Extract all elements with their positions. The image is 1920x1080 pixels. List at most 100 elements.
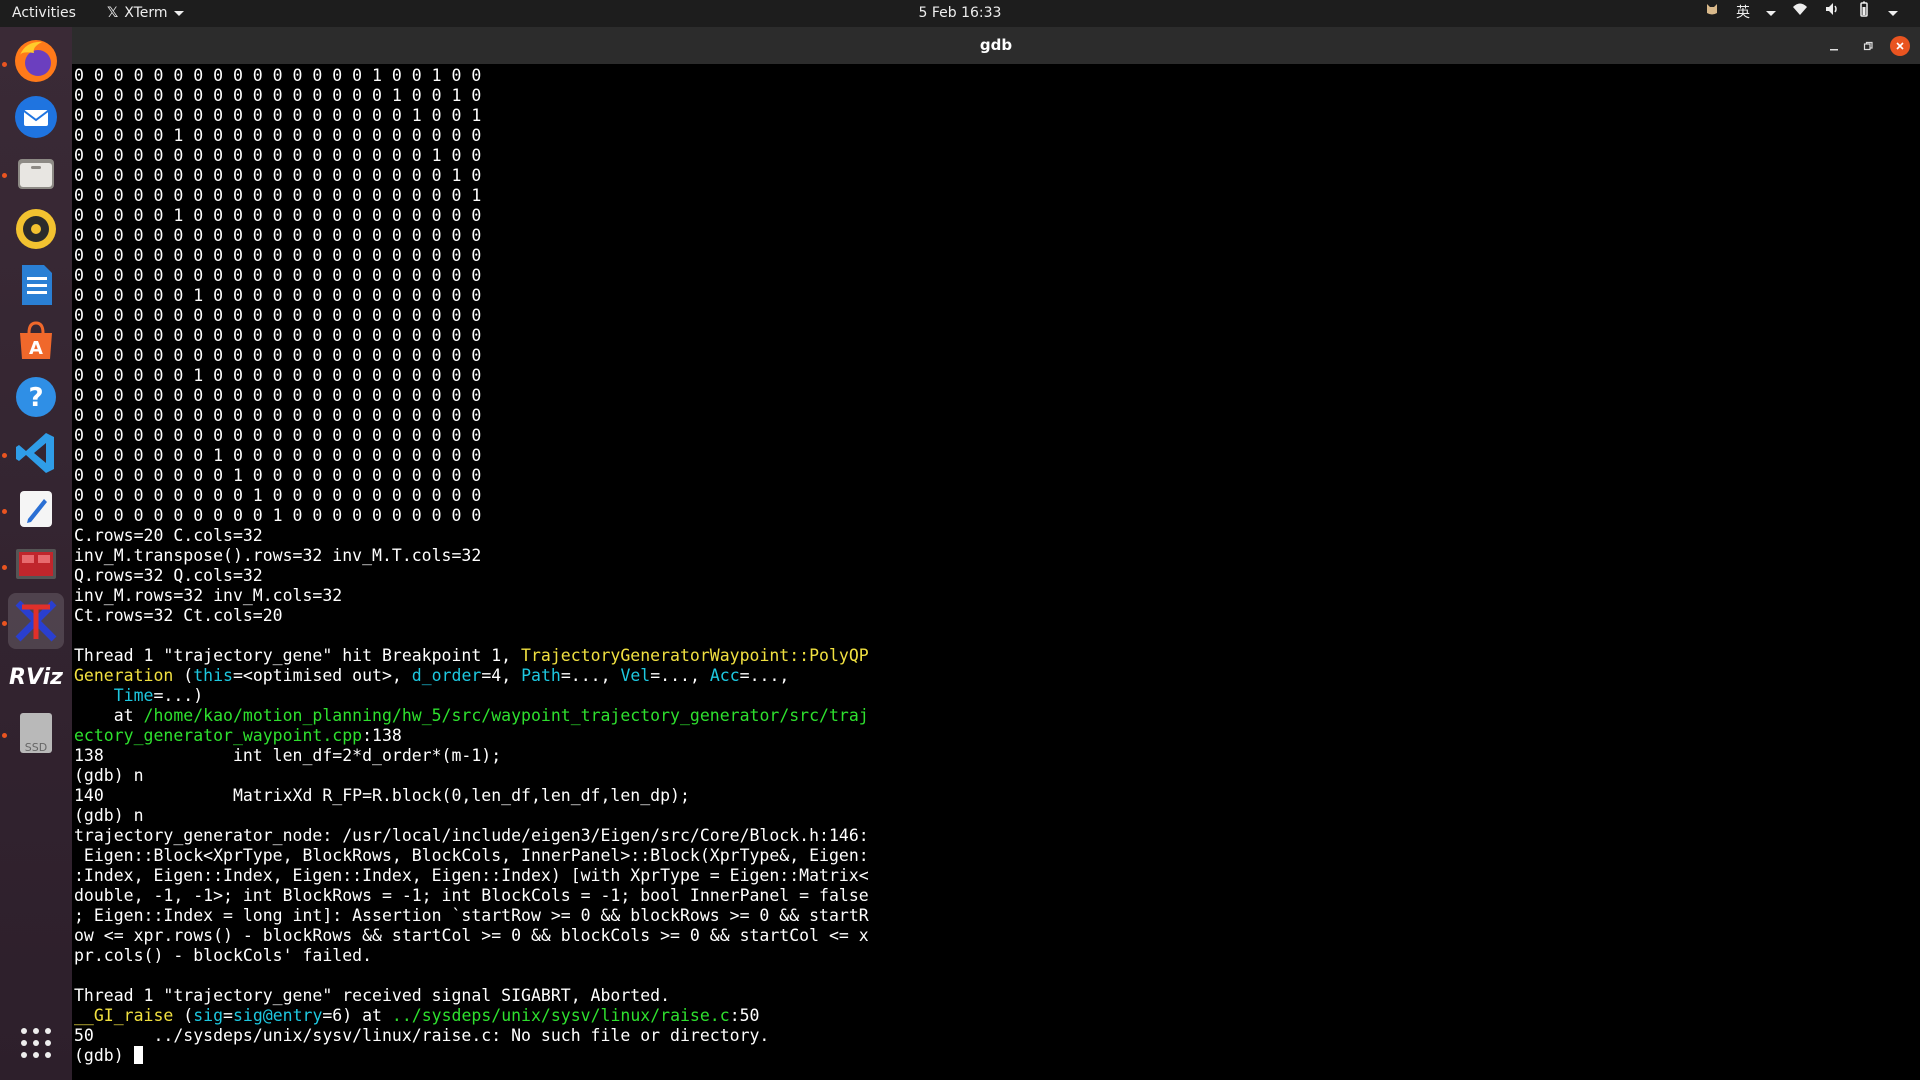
chevron-down-icon[interactable] — [1766, 11, 1776, 16]
xterm-icon[interactable] — [8, 593, 64, 649]
signal-line: Thread 1 "trajectory_gene" received sign… — [74, 986, 671, 1005]
error-line: :Index, Eigen::Index, Eigen::Index, Eige… — [74, 866, 869, 885]
maximize-button[interactable] — [1858, 36, 1878, 56]
terminal-line: 50 ../sysdeps/unix/sysv/linux/raise.c: N… — [74, 1026, 770, 1045]
text-editor-icon[interactable] — [8, 481, 64, 537]
rhythmbox-icon[interactable] — [8, 201, 64, 257]
running-indicator — [2, 453, 7, 458]
ssd-drive-icon[interactable]: SSD — [8, 705, 64, 761]
close-icon — [1896, 42, 1904, 50]
input-method-indicator[interactable]: 英 — [1736, 0, 1750, 27]
matrix-row: 0 0 0 0 0 1 0 0 0 0 0 0 0 0 0 0 0 0 0 0 … — [74, 206, 482, 225]
rviz-label: RViz — [9, 664, 63, 690]
svg-text:?: ? — [28, 383, 43, 413]
matrix-row: 0 0 0 0 0 0 0 0 0 0 0 0 0 0 0 0 0 0 0 0 … — [74, 246, 482, 265]
terminal-line: inv_M.transpose().rows=32 inv_M.T.cols=3… — [74, 546, 482, 565]
breakpoint-line: Thread 1 "trajectory_gene" hit Breakpoin… — [74, 646, 869, 665]
thunderbird-icon[interactable] — [8, 89, 64, 145]
top-bar: Activities 𝕏 XTerm 5 Feb 16:33 英 — [0, 0, 1920, 27]
terminal-line: C.rows=20 C.cols=32 — [74, 526, 263, 545]
matrix-row: 0 0 0 0 0 0 0 0 0 1 0 0 0 0 0 0 0 0 0 0 … — [74, 486, 482, 505]
text-cursor — [133, 1046, 143, 1064]
matrix-row: 0 0 0 0 0 0 0 0 1 0 0 0 0 0 0 0 0 0 0 0 … — [74, 466, 482, 485]
matrix-row: 0 0 0 0 0 0 0 0 0 0 0 0 0 0 0 0 0 0 0 0 … — [74, 226, 482, 245]
gdb-prompt: (gdb) — [74, 1046, 134, 1065]
restore-icon — [1863, 41, 1873, 51]
frame-line: __GI_raise (sig=sig@entry=6) at ../sysde… — [74, 1006, 760, 1025]
terminal-line: Q.rows=32 Q.cols=32 — [74, 566, 263, 585]
matrix-row: 0 0 0 0 0 0 0 0 0 0 0 0 0 0 0 0 0 0 0 0 … — [74, 186, 482, 205]
matrix-row: 0 0 0 0 0 0 0 0 0 0 1 0 0 0 0 0 0 0 0 0 … — [74, 506, 482, 525]
battery-icon[interactable] — [1856, 0, 1872, 27]
wifi-icon[interactable] — [1792, 0, 1808, 27]
matrix-row: 0 0 0 0 0 0 0 0 0 0 0 0 0 0 0 0 0 0 0 1 … — [74, 166, 482, 185]
running-indicator — [2, 565, 7, 570]
error-line: pr.cols() - blockCols' failed. — [74, 946, 373, 965]
matrix-row: 0 0 0 0 0 0 0 0 0 0 0 0 0 0 0 0 0 0 0 0 … — [74, 266, 482, 285]
files-icon[interactable] — [8, 145, 64, 201]
running-indicator — [2, 173, 7, 178]
error-line: double, -1, -1>; int BlockRows = -1; int… — [74, 886, 869, 905]
matrix-row: 0 0 0 0 0 0 1 0 0 0 0 0 0 0 0 0 0 0 0 0 … — [74, 286, 482, 305]
screen-app-icon[interactable] — [8, 537, 64, 593]
app-menu[interactable]: 𝕏 XTerm — [107, 0, 184, 27]
source-line: 138 int len_df=2*d_order*(m-1); — [74, 746, 502, 765]
help-icon[interactable]: ? — [8, 369, 64, 425]
running-indicator — [2, 733, 7, 738]
terminal-line: Ct.rows=32 Ct.cols=20 — [74, 606, 283, 625]
matrix-row: 0 0 0 0 0 1 0 0 0 0 0 0 0 0 0 0 0 0 0 0 … — [74, 126, 482, 145]
rviz-icon[interactable]: RViz — [8, 649, 64, 705]
dock: A ? RViz SSD — [0, 27, 72, 1080]
matrix-row: 0 0 0 0 0 0 0 0 0 0 0 0 0 0 0 0 0 0 0 0 … — [74, 306, 482, 325]
matrix-row: 0 0 0 0 0 0 1 0 0 0 0 0 0 0 0 0 0 0 0 0 … — [74, 366, 482, 385]
app-menu-label: XTerm — [124, 5, 168, 21]
xterm-window[interactable]: gdb 0 0 0 0 0 0 0 0 0 0 0 0 0 0 0 1 0 0 … — [72, 27, 1920, 1080]
error-line: ow <= xpr.rows() - blockRows && startCol… — [74, 926, 869, 945]
matrix-row: 0 0 0 0 0 0 0 0 0 0 0 0 0 0 0 0 0 0 1 0 … — [74, 146, 482, 165]
software-center-icon[interactable]: A — [8, 313, 64, 369]
source-line: 140 MatrixXd R_FP=R.block(0,len_df,len_d… — [74, 786, 690, 805]
error-line: Eigen::Block<XprType, BlockRows, BlockCo… — [74, 846, 869, 865]
breakpoint-args-line: Time=...) — [113, 686, 204, 705]
cat-icon[interactable] — [1704, 0, 1720, 27]
ssd-label: SSD — [24, 741, 48, 754]
gdb-command-line: (gdb) n — [74, 766, 144, 785]
clock[interactable]: 5 Feb 16:33 — [919, 5, 1002, 21]
source-location-line: ectory_generator_waypoint.cpp:138 — [74, 726, 402, 745]
matrix-row: 0 0 0 0 0 0 0 0 0 0 0 0 0 0 0 1 0 0 1 0 … — [74, 66, 482, 85]
matrix-output: 0 0 0 0 0 0 0 0 0 0 0 0 0 0 0 1 0 0 1 0 … — [74, 66, 1914, 526]
source-location-line: at /home/kao/motion_planning/hw_5/src/wa… — [74, 706, 869, 725]
terminal-line: inv_M.rows=32 inv_M.cols=32 — [74, 586, 343, 605]
error-line: ; Eigen::Index = long int]: Assertion `s… — [74, 906, 869, 925]
chevron-down-icon[interactable] — [1888, 11, 1898, 16]
vscode-icon[interactable] — [8, 425, 64, 481]
firefox-icon[interactable] — [8, 33, 64, 89]
matrix-row: 0 0 0 0 0 0 0 0 0 0 0 0 0 0 0 0 0 0 0 0 … — [74, 326, 482, 345]
gdb-prompt-line[interactable]: (gdb) — [74, 1046, 1914, 1066]
breakpoint-args-line: Generation (this=<optimised out>, d_orde… — [74, 666, 790, 685]
writer-icon[interactable] — [8, 257, 64, 313]
terminal-output[interactable]: 0 0 0 0 0 0 0 0 0 0 0 0 0 0 0 1 0 0 1 0 … — [74, 66, 1914, 1076]
running-indicator — [2, 621, 7, 626]
minimize-icon — [1830, 49, 1838, 51]
matrix-row: 0 0 0 0 0 0 0 0 0 0 0 0 0 0 0 0 0 0 0 0 … — [74, 346, 482, 365]
matrix-row: 0 0 0 0 0 0 0 1 0 0 0 0 0 0 0 0 0 0 0 0 … — [74, 446, 482, 465]
window-titlebar[interactable]: gdb — [72, 27, 1920, 64]
xterm-app-icon: 𝕏 — [107, 5, 119, 21]
matrix-row: 0 0 0 0 0 0 0 0 0 0 0 0 0 0 0 0 0 0 0 0 … — [74, 386, 482, 405]
minimize-button[interactable] — [1824, 36, 1844, 56]
volume-icon[interactable] — [1824, 0, 1840, 27]
activities-button[interactable]: Activities — [12, 0, 76, 27]
show-apps-icon[interactable] — [8, 1015, 64, 1071]
svg-text:A: A — [29, 338, 43, 359]
close-button[interactable] — [1890, 36, 1910, 56]
system-tray[interactable]: 英 — [1704, 0, 1898, 27]
matrix-row: 0 0 0 0 0 0 0 0 0 0 0 0 0 0 0 0 0 0 0 0 … — [74, 406, 482, 425]
window-title: gdb — [979, 36, 1013, 54]
matrix-row: 0 0 0 0 0 0 0 0 0 0 0 0 0 0 0 0 0 1 0 0 … — [74, 106, 482, 125]
error-line: trajectory_generator_node: /usr/local/in… — [74, 826, 869, 845]
matrix-row: 0 0 0 0 0 0 0 0 0 0 0 0 0 0 0 0 0 0 0 0 … — [74, 426, 482, 445]
chevron-down-icon — [173, 10, 184, 16]
